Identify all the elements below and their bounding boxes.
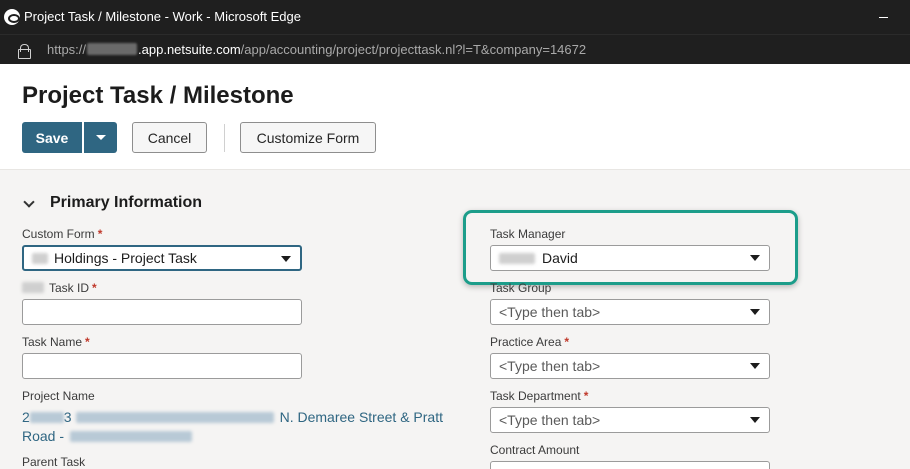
save-button[interactable]: Save <box>22 122 82 153</box>
task-department-label: Task Department * <box>490 389 588 403</box>
project-name-line1: N. Demaree Street & Pratt <box>279 409 443 425</box>
lock-icon[interactable] <box>18 44 31 59</box>
edge-logo-icon <box>4 9 20 25</box>
dropdown-caret-icon <box>281 256 291 262</box>
custom-form-label: Custom Form * <box>22 227 102 241</box>
window-title: Project Task / Milestone - Work - Micros… <box>24 9 301 24</box>
project-name-label: Project Name <box>22 389 95 403</box>
section-title-primary-information[interactable]: Primary Information <box>50 194 202 212</box>
dropdown-caret-icon <box>750 309 760 315</box>
save-menu-button[interactable] <box>84 122 117 153</box>
redacted-text <box>75 412 274 423</box>
custom-form-label-text: Custom Form <box>22 227 95 241</box>
url-host: .app.netsuite.com <box>138 42 241 57</box>
customize-form-button[interactable]: Customize Form <box>240 122 376 153</box>
task-department-placeholder: <Type then tab> <box>499 412 601 428</box>
redacted-subdomain <box>87 43 138 55</box>
practice-area-label-text: Practice Area <box>490 335 562 349</box>
redacted-text <box>22 282 44 293</box>
task-department-select[interactable]: <Type then tab> <box>490 407 770 433</box>
chevron-down-icon[interactable] <box>23 196 35 208</box>
required-mark: * <box>583 389 589 403</box>
task-group-placeholder: <Type then tab> <box>499 304 601 320</box>
custom-form-select[interactable]: Holdings - Project Task <box>22 245 302 271</box>
task-name-label: Task Name * <box>22 335 90 349</box>
project-name-part: 3 <box>63 409 72 425</box>
redacted-text <box>32 252 48 264</box>
parent-task-label: Parent Task <box>22 455 86 469</box>
custom-form-value: Holdings - Project Task <box>54 250 197 266</box>
practice-area-placeholder: <Type then tab> <box>499 358 601 374</box>
required-mark: * <box>564 335 570 349</box>
required-mark: * <box>92 281 97 295</box>
highlight-box <box>463 210 798 285</box>
address-bar[interactable]: https:// .app.netsuite.com/app/accounting… <box>0 34 910 64</box>
url-prefix: https:// <box>47 42 87 57</box>
practice-area-label: Practice Area * <box>490 335 569 349</box>
task-name-label-text: Task Name <box>22 335 83 349</box>
task-id-input[interactable] <box>22 299 302 325</box>
task-name-input[interactable] <box>22 353 302 379</box>
redacted-text <box>29 412 64 423</box>
url-text[interactable]: https:// .app.netsuite.com/app/accounting… <box>47 42 586 58</box>
toolbar-divider <box>224 124 225 152</box>
url-path: /app/accounting/project/projecttask.nl?l… <box>240 42 587 57</box>
task-group-label: Task Group <box>490 281 552 295</box>
redacted-text <box>70 431 193 442</box>
task-department-label-text: Task Department <box>490 389 581 403</box>
minimize-icon[interactable] <box>879 17 888 18</box>
title-bar: Project Task / Milestone - Work - Micros… <box>0 0 910 34</box>
project-name-line2: Road - <box>22 428 65 444</box>
dropdown-caret-icon <box>750 417 760 423</box>
project-name-link[interactable]: 2 3 N. Demaree Street & Pratt <box>22 408 443 426</box>
page-header: Project Task / Milestone Save Cancel Cus… <box>0 64 910 170</box>
caret-down-icon <box>95 135 106 140</box>
contract-amount-input[interactable] <box>490 461 770 469</box>
required-mark: * <box>97 227 103 241</box>
practice-area-select[interactable]: <Type then tab> <box>490 353 770 379</box>
page-title: Project Task / Milestone <box>22 82 294 109</box>
contract-amount-label: Contract Amount <box>490 443 580 457</box>
required-mark: * <box>85 335 90 349</box>
cancel-button[interactable]: Cancel <box>132 122 207 153</box>
dropdown-caret-icon <box>750 363 760 369</box>
task-group-select[interactable]: <Type then tab> <box>490 299 770 325</box>
task-id-label: Task ID * <box>22 281 97 295</box>
project-name-part: 2 <box>22 409 30 425</box>
project-name-link-line2[interactable]: Road - <box>22 427 193 445</box>
task-id-label-text: Task ID <box>49 281 90 295</box>
